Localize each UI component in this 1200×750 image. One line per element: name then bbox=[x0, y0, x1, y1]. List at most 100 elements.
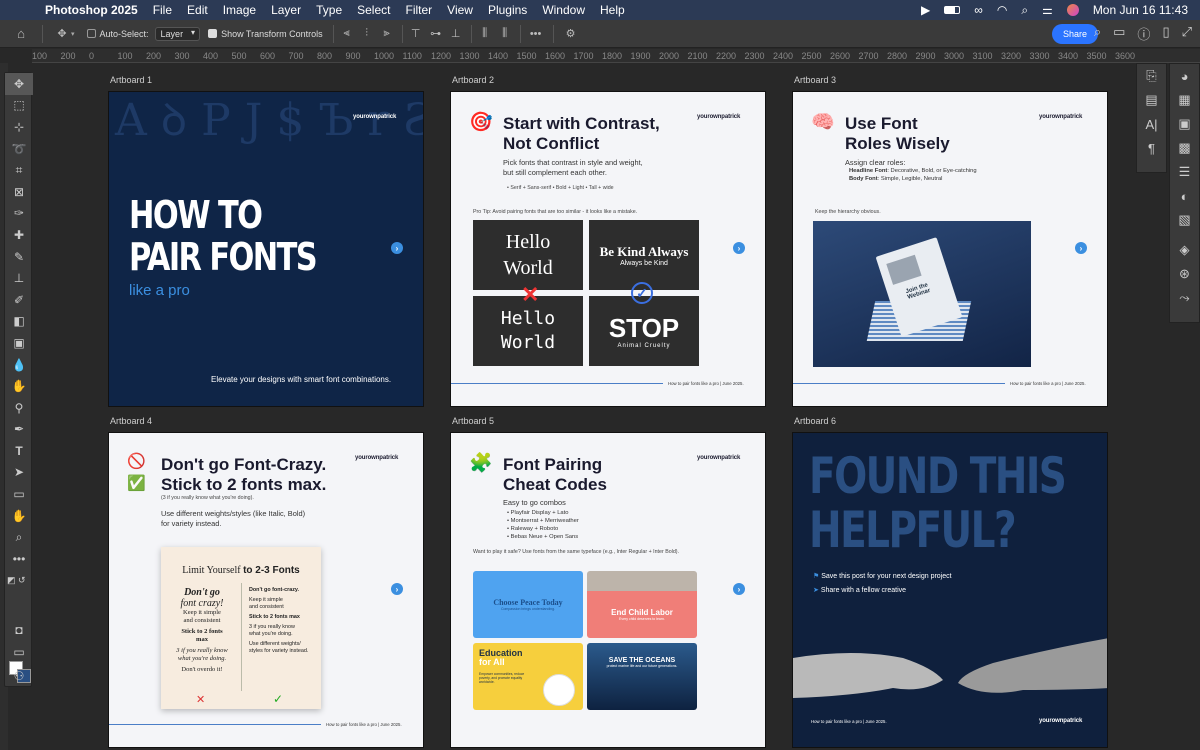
quick-mask-icon[interactable]: ◘ bbox=[5, 619, 33, 641]
align-right-icon[interactable]: ⫸ bbox=[380, 27, 394, 41]
marquee-tool-icon[interactable]: ⬚ bbox=[5, 95, 33, 117]
eyedropper-tool-icon[interactable]: ✑ bbox=[5, 203, 33, 225]
panel-toggle-icon[interactable]: ▯ bbox=[1162, 24, 1169, 43]
gradient-tool-icon[interactable]: ▣ bbox=[5, 332, 33, 354]
align-bottom-icon[interactable]: ⊥ bbox=[449, 27, 463, 41]
pen-tool-icon[interactable]: ✒ bbox=[5, 419, 33, 441]
artboard-4-label[interactable]: Artboard 4 bbox=[110, 416, 152, 426]
layer-select-dropdown[interactable]: Layer bbox=[154, 26, 201, 41]
play-icon[interactable]: ▶ bbox=[921, 3, 930, 17]
artboard-5[interactable]: yourownpatrick 🧩 Font Pairing Cheat Code… bbox=[450, 432, 766, 748]
character-icon[interactable]: A| bbox=[1137, 112, 1166, 136]
properties-icon[interactable]: ▧ bbox=[1170, 208, 1199, 232]
sponge-tool-icon[interactable]: ⚲ bbox=[5, 397, 33, 419]
combo-item: • Playfair Display + Lato bbox=[507, 510, 569, 516]
link-icon[interactable]: ∞ bbox=[974, 3, 983, 17]
type-tool-icon[interactable]: T bbox=[5, 440, 33, 462]
wifi-icon[interactable]: ◠ bbox=[997, 3, 1007, 17]
move-tool-icon[interactable]: ✥ bbox=[5, 73, 33, 95]
settings-gear-icon[interactable]: ⚙ bbox=[564, 27, 578, 41]
artboard-5-label[interactable]: Artboard 5 bbox=[452, 416, 494, 426]
artboard-2-label[interactable]: Artboard 2 bbox=[452, 75, 494, 85]
path-select-icon[interactable]: ➤ bbox=[5, 462, 33, 484]
object-select-tool-icon[interactable]: ⊹ bbox=[5, 116, 33, 138]
card-child-labor: End Child Labor Every child deserves to … bbox=[587, 571, 697, 638]
help-icon[interactable]: ⓘ bbox=[1137, 24, 1150, 43]
menu-plugins[interactable]: Plugins bbox=[488, 3, 527, 17]
align-middle-icon[interactable]: ⊶ bbox=[429, 27, 443, 41]
tip-text: Want to play it safe? Use fonts from the… bbox=[473, 549, 680, 555]
distribute-1-icon[interactable]: ⫼ bbox=[478, 27, 492, 41]
battery-icon[interactable] bbox=[944, 6, 961, 14]
eraser-tool-icon[interactable]: ◧ bbox=[5, 311, 33, 333]
control-center-icon[interactable]: ⚌ bbox=[1042, 3, 1053, 17]
swatches-icon[interactable]: ▦ bbox=[1170, 88, 1199, 112]
artboard-1-label[interactable]: Artboard 1 bbox=[110, 75, 152, 85]
menu-select[interactable]: Select bbox=[357, 3, 390, 17]
dodge-tool-icon[interactable]: ✋ bbox=[5, 375, 33, 397]
share-button[interactable]: Share bbox=[1052, 24, 1098, 44]
brush-tool-icon[interactable]: ✎ bbox=[5, 246, 33, 268]
align-center-icon[interactable]: ⫶ bbox=[360, 27, 374, 41]
layers-icon[interactable]: ◈ bbox=[1170, 238, 1199, 262]
menu-help[interactable]: Help bbox=[600, 3, 625, 17]
search-icon[interactable]: ⌕ bbox=[1094, 24, 1101, 43]
menu-window[interactable]: Window bbox=[542, 3, 585, 17]
title-line2: Stick to 2 fonts max. bbox=[161, 475, 327, 494]
comments-icon[interactable]: ▤ bbox=[1137, 88, 1166, 112]
menu-image[interactable]: Image bbox=[223, 3, 256, 17]
distribute-2-icon[interactable]: ⫼ bbox=[498, 27, 512, 41]
screen-mode-icon[interactable]: ▭ bbox=[5, 641, 33, 663]
zoom-tool-icon[interactable]: ⌕ bbox=[5, 526, 33, 548]
home-icon[interactable]: ⌂ bbox=[14, 26, 28, 41]
align-left-icon[interactable]: ⫷ bbox=[340, 27, 354, 41]
menu-type[interactable]: Type bbox=[316, 3, 342, 17]
menu-filter[interactable]: Filter bbox=[405, 3, 432, 17]
menu-layer[interactable]: Layer bbox=[271, 3, 301, 17]
libraries-icon[interactable]: ◐ bbox=[1170, 184, 1199, 208]
show-transform-checkbox[interactable] bbox=[208, 29, 218, 38]
search-icon[interactable]: ⌕ bbox=[1021, 3, 1028, 18]
artboard-1[interactable]: AꝺPJ$ЪrƧ3P¥ʧAGπhƆq$ΨaA≠ʧ yourownpatrick … bbox=[108, 91, 424, 407]
artboard-6-label[interactable]: Artboard 6 bbox=[794, 416, 836, 426]
blur-tool-icon[interactable]: 💧 bbox=[5, 354, 33, 376]
channels-icon[interactable]: ⊛ bbox=[1170, 262, 1199, 286]
workspace-icon[interactable]: ▭ bbox=[1113, 24, 1125, 43]
artboard-4[interactable]: yourownpatrick 🚫 ✅ Don't go Font-Crazy. … bbox=[108, 432, 424, 748]
rectangle-tool-icon[interactable]: ▭ bbox=[5, 483, 33, 505]
auto-select-checkbox[interactable] bbox=[86, 29, 96, 38]
move-tool-icon[interactable]: ✥ bbox=[55, 27, 69, 41]
hand-tool-icon[interactable]: ✋ bbox=[5, 505, 33, 527]
artboard-6[interactable]: FOUND THIS HELPFUL? ⚑ Save this post for… bbox=[792, 432, 1108, 748]
menu-edit[interactable]: Edit bbox=[187, 3, 208, 17]
siri-icon[interactable] bbox=[1066, 4, 1079, 16]
stamp-tool-icon[interactable]: ⊥ bbox=[5, 267, 33, 289]
paths-icon[interactable]: ⤳ bbox=[1170, 286, 1199, 310]
edit-toolbar-icon[interactable]: ••• bbox=[5, 548, 33, 570]
patterns-icon[interactable]: ▩ bbox=[1170, 136, 1199, 160]
clock-datetime[interactable]: Mon Jun 16 11:43 bbox=[1093, 3, 1188, 17]
expand-icon[interactable]: ⤢ bbox=[1182, 24, 1192, 43]
history-icon[interactable]: ⎘ bbox=[1137, 64, 1166, 88]
color-icon[interactable]: ◕ bbox=[1170, 64, 1199, 88]
crop-tool-icon[interactable]: ⌗ bbox=[5, 159, 33, 181]
menu-app[interactable]: Photoshop 2025 bbox=[45, 3, 138, 17]
gradients-icon[interactable]: ▣ bbox=[1170, 112, 1199, 136]
artboard-3[interactable]: yourownpatrick 🧠 Use Font Roles Wisely A… bbox=[792, 91, 1108, 407]
paragraph-icon[interactable]: ¶ bbox=[1137, 136, 1166, 160]
extra-tool-icon[interactable]: ⚇ bbox=[5, 665, 33, 687]
artboard-3-label[interactable]: Artboard 3 bbox=[794, 75, 836, 85]
title-line1: Use Font bbox=[845, 114, 918, 133]
menu-file[interactable]: File bbox=[153, 3, 172, 17]
adjustments-icon[interactable]: ☰ bbox=[1170, 160, 1199, 184]
history-brush-icon[interactable]: ✐ bbox=[5, 289, 33, 311]
artboard-2[interactable]: yourownpatrick 🎯 Start with Contrast, No… bbox=[450, 91, 766, 407]
frame-tool-icon[interactable]: ⊠ bbox=[5, 181, 33, 203]
healing-tool-icon[interactable]: ✚ bbox=[5, 224, 33, 246]
lasso-tool-icon[interactable]: ➰ bbox=[5, 138, 33, 160]
more-options-icon[interactable]: ••• bbox=[529, 27, 543, 41]
align-top-icon[interactable]: ⊤ bbox=[409, 27, 423, 41]
ruler-tick-label: 600 bbox=[260, 51, 276, 61]
menu-view[interactable]: View bbox=[447, 3, 473, 17]
default-colors-icon[interactable]: ◩ ↺ bbox=[5, 570, 33, 592]
